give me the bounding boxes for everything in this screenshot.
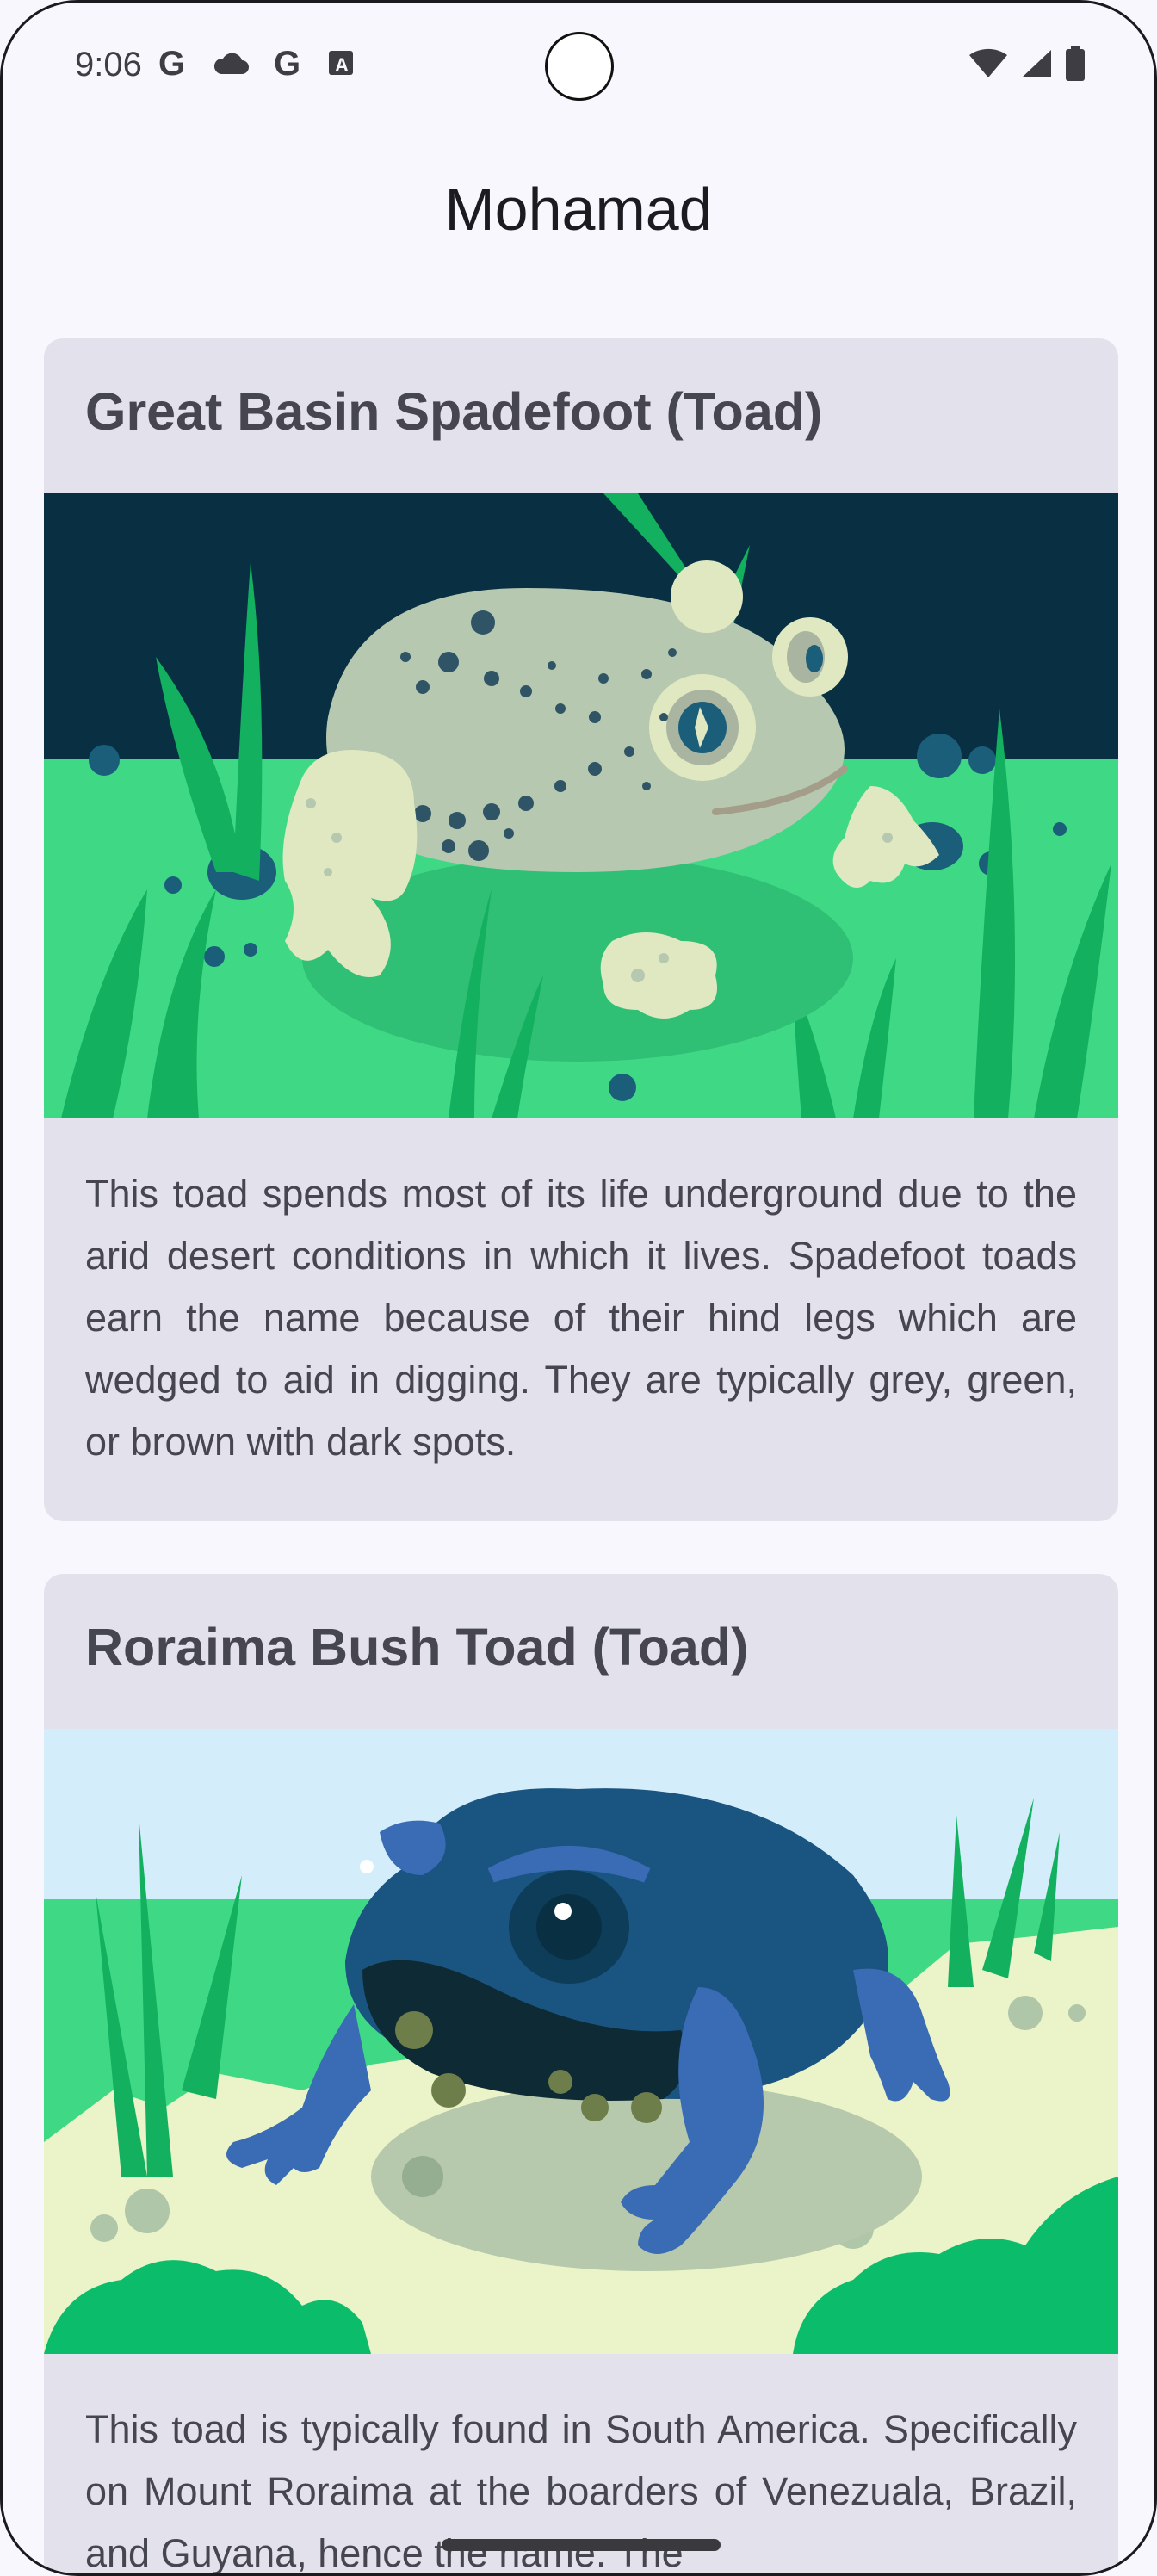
svg-text:A: A (335, 54, 349, 76)
card-title: Roraima Bush Toad (Toad) (85, 1618, 749, 1676)
status-time: 9:06 (75, 46, 142, 84)
camera-cutout (545, 32, 614, 101)
system-icons (968, 46, 1086, 82)
toad-card[interactable]: Great Basin Spadefoot (Toad) This toad s… (44, 338, 1118, 1521)
svg-text:G: G (274, 46, 300, 80)
toad-card[interactable]: Roraima Bush Toad (Toad) This toad is ty… (44, 1574, 1118, 2573)
cloud-icon (213, 53, 249, 74)
cellular-signal-icon (1022, 50, 1051, 77)
spadefoot-toad-illustration (44, 493, 1118, 1118)
translate-a-icon: A (329, 51, 353, 76)
bush-toad-illustration (44, 1729, 1118, 2354)
card-description: This toad spends most of its life underg… (85, 1172, 1077, 1464)
notification-icons: G G A (156, 46, 354, 80)
app-title: Mohamad (444, 176, 713, 243)
svg-text:G: G (158, 46, 185, 80)
card-title: Great Basin Spadefoot (Toad) (85, 382, 823, 441)
wifi-icon (969, 48, 1007, 77)
status-bar: 9:06 G G A (3, 3, 1154, 132)
battery-icon (1066, 46, 1085, 81)
google-g-icon: G (158, 46, 185, 80)
gesture-nav-handle[interactable] (442, 2539, 721, 2551)
google-g-icon: G (274, 46, 300, 80)
phone-screen: 9:06 G G A Mohamad Great Basin Spadefoot… (0, 0, 1157, 2576)
